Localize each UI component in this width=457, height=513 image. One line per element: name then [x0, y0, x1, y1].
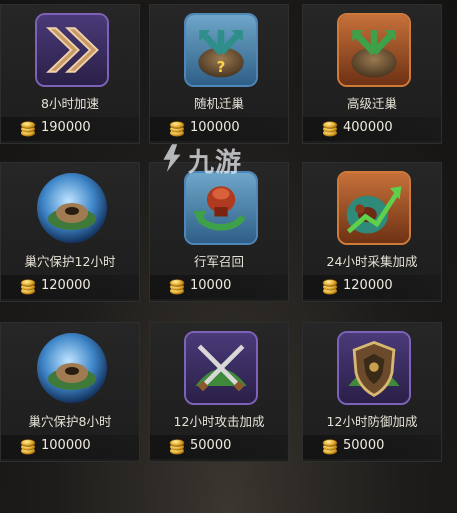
price-bar: 10000 [150, 275, 288, 299]
shop-item-card[interactable]: ? 随机迁巢 100000 [149, 4, 289, 144]
shop-item-card[interactable]: 8小时加速 190000 [0, 4, 140, 144]
price-value: 100000 [190, 120, 240, 135]
item-label: 巢穴保护8小时 [28, 414, 112, 429]
shop-item-card[interactable]: 巢穴保护8小时 100000 [0, 322, 140, 462]
march-recall-icon [184, 171, 258, 245]
price-value: 120000 [41, 278, 91, 293]
price-bar: 400000 [303, 117, 441, 141]
shop-item-card[interactable]: 12小时攻击加成 50000 [149, 322, 289, 462]
nest-shield-12h-icon [35, 171, 109, 245]
watermark-logo: 九游 [160, 140, 280, 180]
gold-coin-icon [169, 121, 185, 137]
price-bar: 120000 [1, 275, 139, 299]
shop-item-card[interactable]: 24小时采集加成 120000 [302, 162, 442, 302]
gold-coin-icon [169, 439, 185, 455]
gold-coin-icon [322, 121, 338, 137]
item-label: 行军召回 [193, 254, 244, 269]
gold-coin-icon [169, 279, 185, 295]
gold-coin-icon [20, 279, 36, 295]
price-value: 50000 [343, 438, 385, 453]
jiuyou-logo-icon [163, 144, 181, 172]
nest-shield-8h-icon [35, 331, 109, 405]
shop-item-card[interactable]: 巢穴保护12小时 120000 [0, 162, 140, 302]
svg-text:?: ? [217, 58, 226, 76]
item-label: 随机迁巢 [193, 96, 244, 111]
price-value: 190000 [41, 120, 91, 135]
price-value: 50000 [190, 438, 232, 453]
price-value: 120000 [343, 278, 393, 293]
item-label: 8小时加速 [41, 96, 99, 111]
price-bar: 50000 [303, 435, 441, 459]
speedup-icon [35, 13, 109, 87]
gather-boost-icon [337, 171, 411, 245]
gold-coin-icon [20, 439, 36, 455]
random-relocate-icon: ? [184, 13, 258, 87]
gold-coin-icon [322, 279, 338, 295]
shop-item-card[interactable]: 行军召回 10000 [149, 162, 289, 302]
defense-boost-icon [337, 331, 411, 405]
price-bar: 190000 [1, 117, 139, 141]
price-bar: 120000 [303, 275, 441, 299]
price-value: 100000 [41, 438, 91, 453]
item-label: 巢穴保护12小时 [24, 254, 116, 269]
item-label: 高级迁巢 [346, 96, 397, 111]
gold-coin-icon [20, 121, 36, 137]
price-value: 10000 [190, 278, 232, 293]
item-label: 12小时攻击加成 [173, 414, 265, 429]
price-bar: 100000 [1, 435, 139, 459]
gold-coin-icon [322, 439, 338, 455]
shop-item-card[interactable]: 高级迁巢 400000 [302, 4, 442, 144]
price-value: 400000 [343, 120, 393, 135]
watermark-text: 九游 [188, 148, 243, 178]
price-bar: 100000 [150, 117, 288, 141]
item-label: 24小时采集加成 [326, 254, 418, 269]
shop-item-card[interactable]: 12小时防御加成 50000 [302, 322, 442, 462]
advanced-relocate-icon [337, 13, 411, 87]
attack-boost-icon [184, 331, 258, 405]
price-bar: 50000 [150, 435, 288, 459]
item-label: 12小时防御加成 [326, 414, 418, 429]
